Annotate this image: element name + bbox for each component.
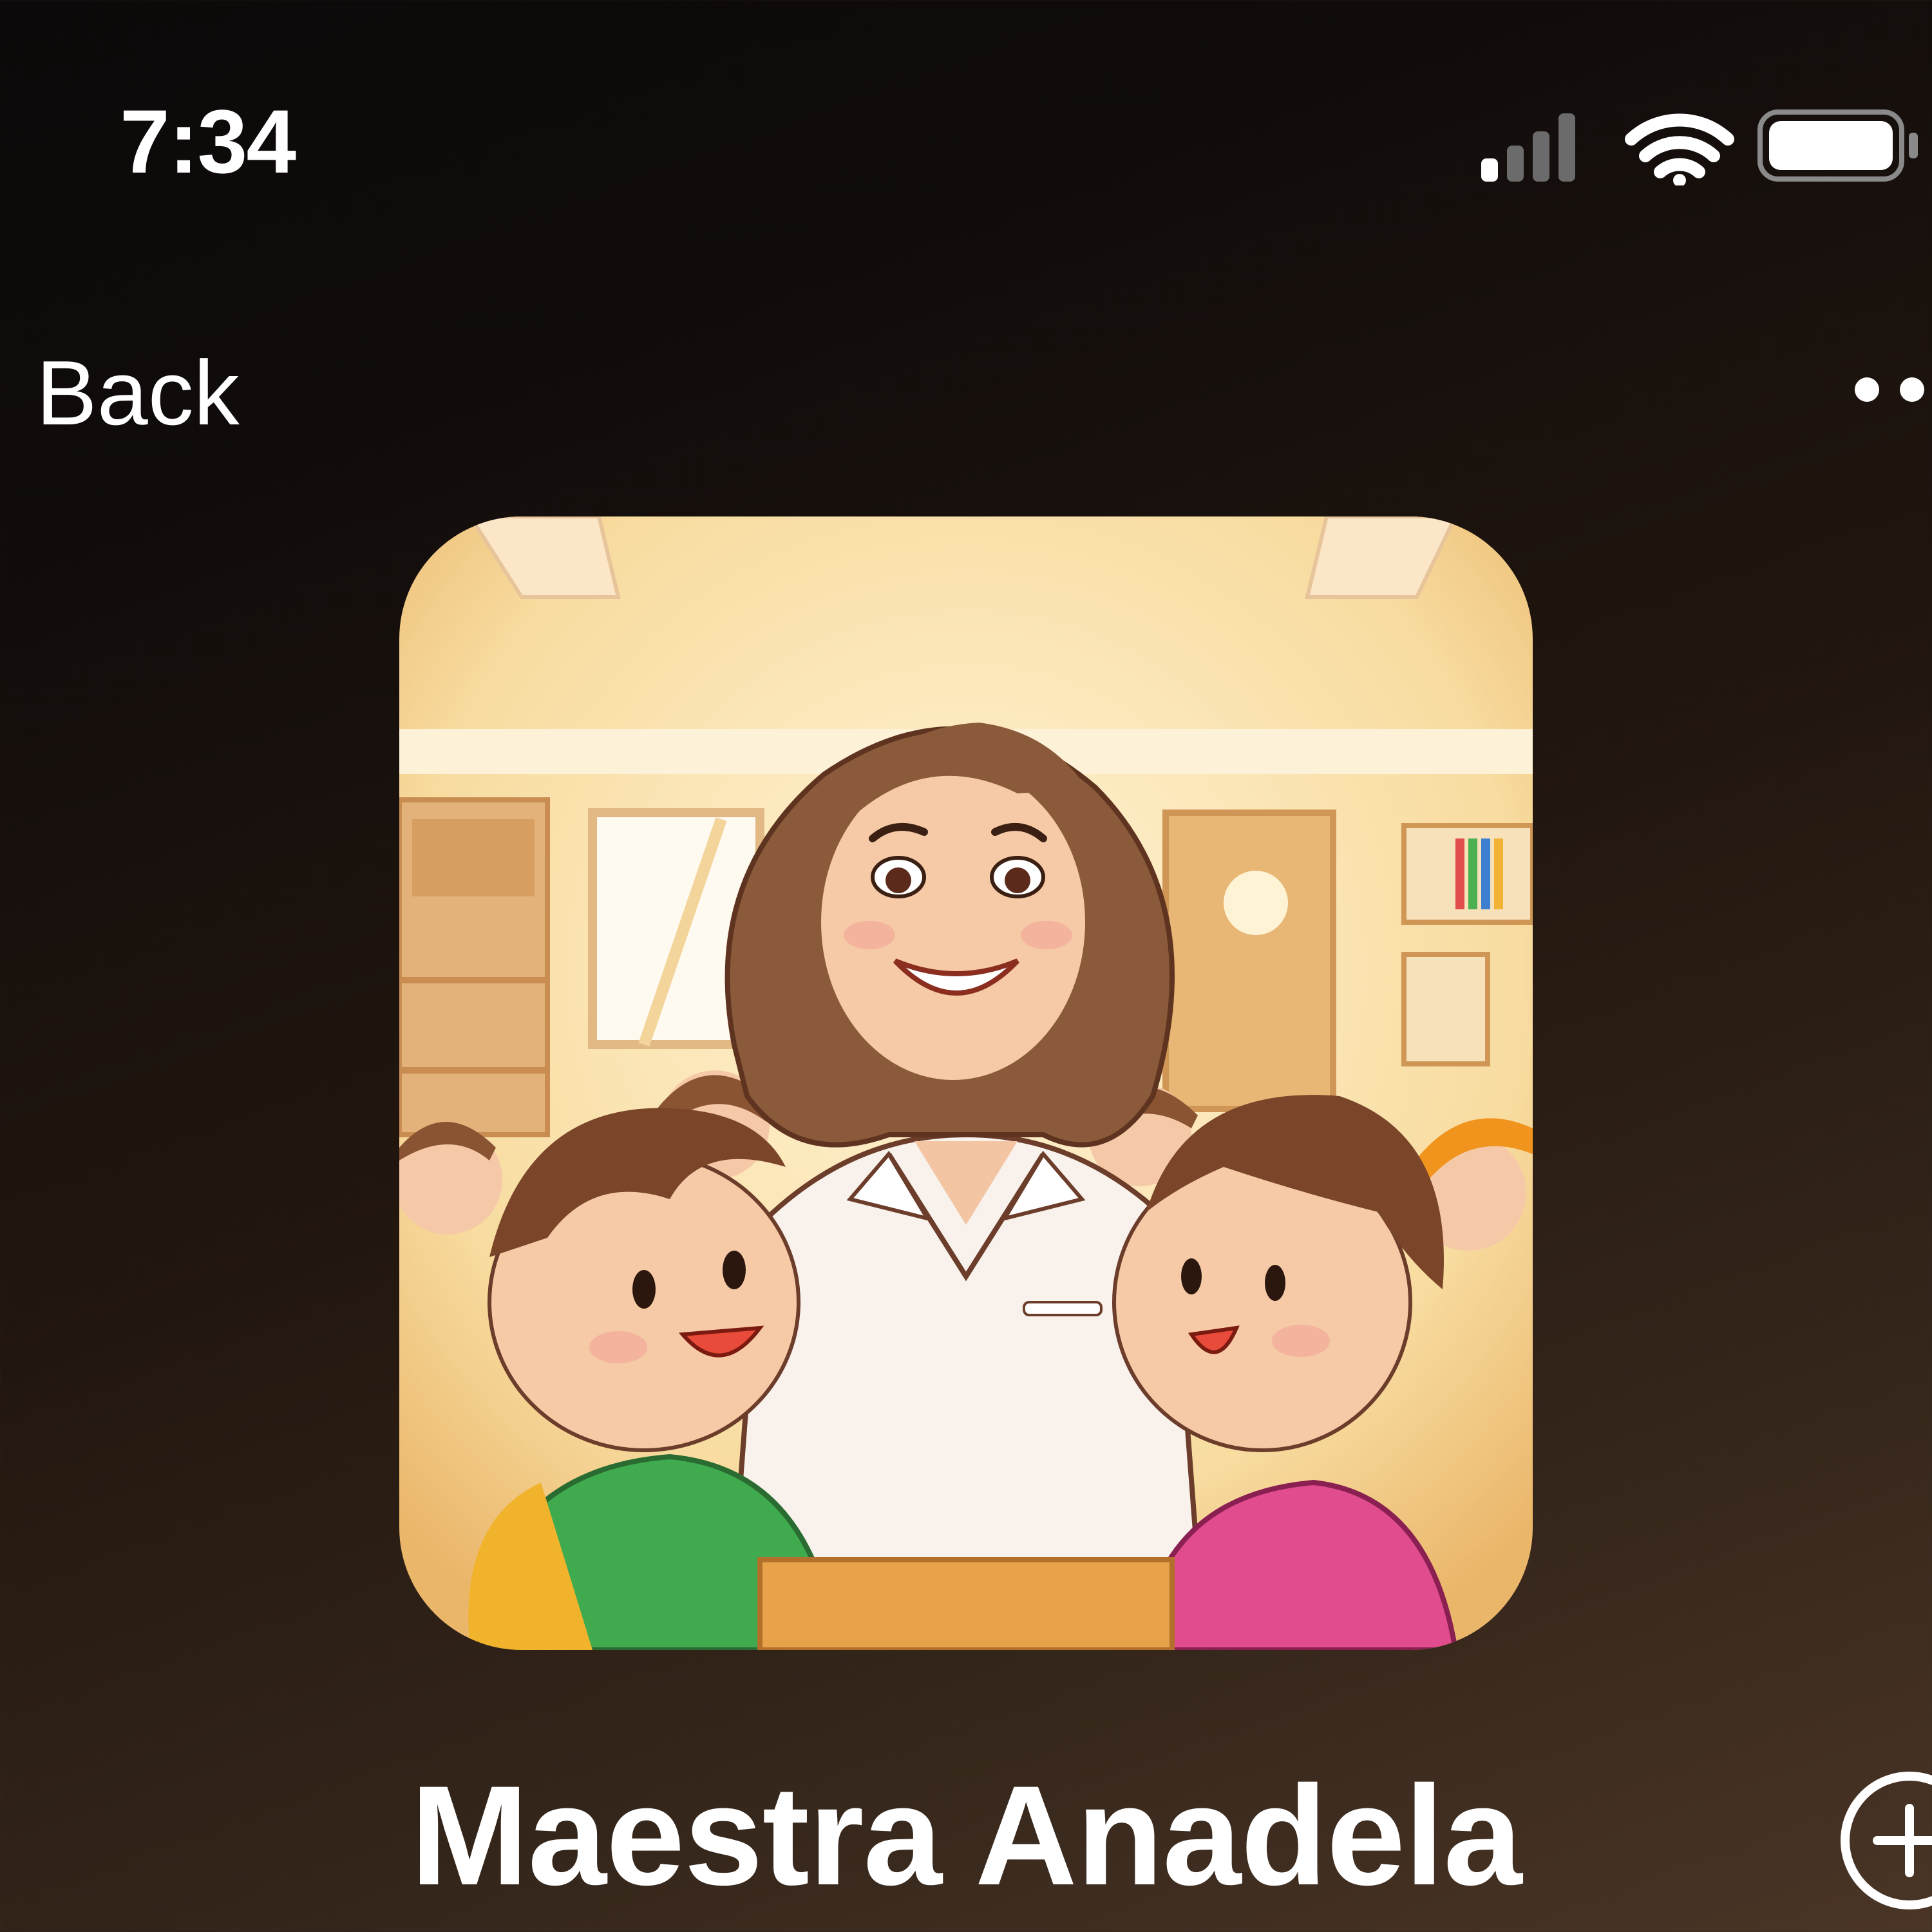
cellular-signal-icon xyxy=(1481,113,1575,182)
more-dot xyxy=(1855,377,1879,402)
status-time: 7:34 xyxy=(120,91,296,192)
navigation-bar: Back xyxy=(0,322,1932,451)
back-button[interactable]: Back xyxy=(36,348,240,439)
status-icons xyxy=(1481,109,1918,185)
wifi-icon xyxy=(1625,113,1734,185)
more-dot xyxy=(1900,377,1924,402)
battery-icon xyxy=(1757,109,1918,182)
teacher-classroom-artwork[interactable] xyxy=(399,516,1533,1650)
status-bar: 7:34 xyxy=(0,0,1932,213)
more-options-icon[interactable] xyxy=(1847,361,1932,419)
add-circle-icon[interactable] xyxy=(1832,1763,1932,1918)
artwork-illustration xyxy=(399,516,1533,1650)
page-title: Maestra Anadela xyxy=(410,1756,1522,1915)
